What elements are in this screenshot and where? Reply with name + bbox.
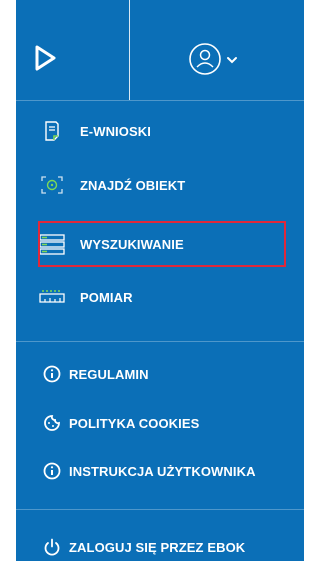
user-circle-icon	[189, 43, 221, 75]
play-triangle-icon	[35, 45, 56, 71]
menu-item-label: WYSZUKIWANIE	[80, 236, 184, 252]
user-account-button[interactable]	[188, 42, 248, 76]
list-search-icon	[38, 233, 66, 255]
header-bottom-divider	[16, 100, 304, 101]
menu-divider	[16, 341, 304, 342]
ruler-measure-icon	[38, 286, 66, 308]
cookie-icon	[42, 412, 62, 434]
link-regulamin[interactable]: REGULAMIN	[16, 354, 304, 394]
link-instrukcja-uzytkownika[interactable]: INSTRUKCJA UŻYTKOWNIKA	[16, 451, 304, 491]
header-divider	[129, 0, 130, 100]
menu-item-label: POMIAR	[80, 289, 133, 305]
menu-item-znajdz-obiekt[interactable]: ZNAJDŹ OBIEKT	[16, 165, 304, 205]
menu-item-label: E-WNIOSKI	[80, 123, 151, 139]
info-icon	[42, 460, 62, 482]
menu-item-wyszukiwanie[interactable]: WYSZUKIWANIE	[16, 224, 304, 264]
ebok-login-label: ZALOGUJ SIĘ PRZEZ EBOK	[69, 539, 246, 555]
side-menu-panel: E-WNIOSKI ZNAJDŹ OBIEKT WYSZUKIWANIE POM…	[16, 0, 304, 561]
link-polityka-cookies[interactable]: POLITYKA COOKIES	[16, 403, 304, 443]
power-icon	[42, 536, 62, 558]
chevron-down-icon	[227, 57, 237, 64]
app-logo-button[interactable]	[32, 44, 58, 72]
ebok-login-button[interactable]: ZALOGUJ SIĘ PRZEZ EBOK	[16, 527, 304, 561]
link-label: INSTRUKCJA UŻYTKOWNIKA	[69, 463, 256, 479]
footer-divider	[16, 509, 304, 510]
link-label: REGULAMIN	[69, 366, 149, 382]
info-icon	[42, 363, 62, 385]
menu-header	[16, 0, 304, 100]
menu-item-e-wnioski[interactable]: E-WNIOSKI	[16, 111, 304, 151]
locate-target-icon	[38, 174, 66, 196]
menu-item-label: ZNAJDŹ OBIEKT	[80, 177, 186, 193]
menu-item-pomiar[interactable]: POMIAR	[16, 277, 304, 317]
document-icon	[38, 120, 66, 142]
link-label: POLITYKA COOKIES	[69, 415, 200, 431]
